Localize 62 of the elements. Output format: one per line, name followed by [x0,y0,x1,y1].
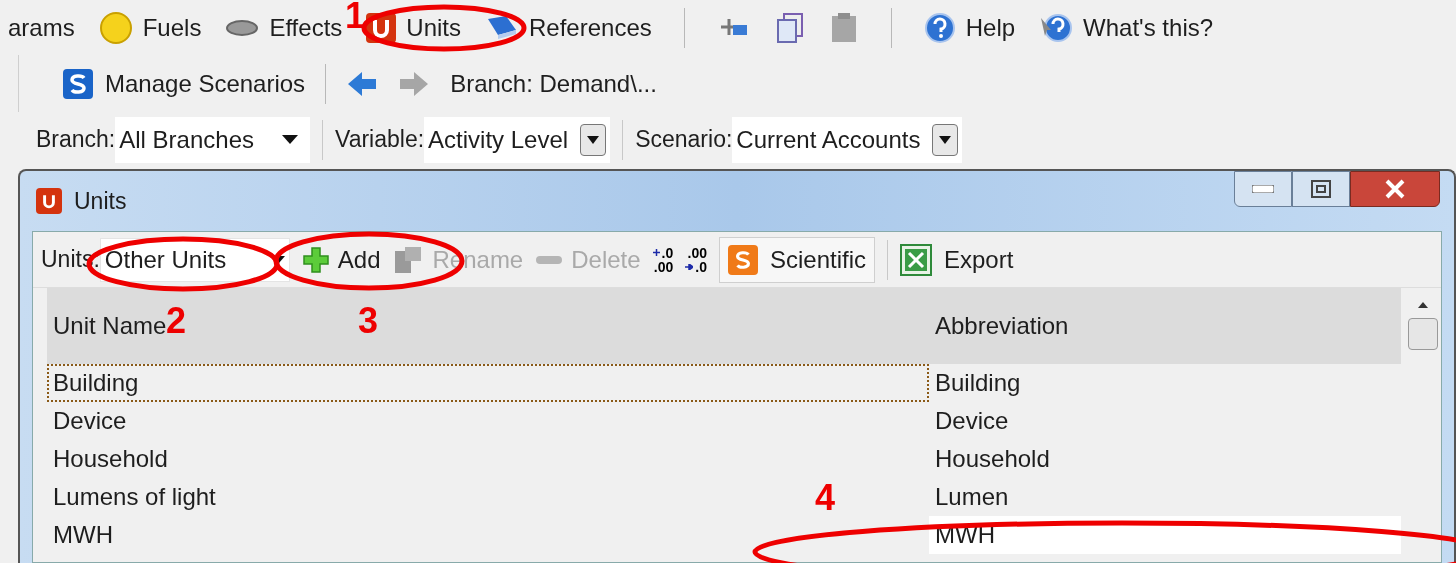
plus-icon [652,249,660,256]
column-header[interactable]: Abbreviation [935,312,1069,339]
filter-dropdown[interactable]: All Branches [115,116,310,163]
filter-label: Branch: [36,125,116,155]
copy-icon[interactable] [774,11,805,44]
annotation-number: 2 [166,303,187,339]
scientific-toggle[interactable]: Scientific [718,236,875,283]
table-cell[interactable]: Household [47,440,170,478]
export-button[interactable]: Export [900,241,1014,278]
help-pointer-icon [1039,11,1074,44]
minimize-icon [1252,185,1274,193]
filter-dropdown[interactable]: Current Accounts [732,116,963,163]
table-cell[interactable]: Device [47,402,129,440]
toolbar-button[interactable]: Help [923,9,1016,46]
minimize-button[interactable] [1234,171,1292,207]
plus-icon [301,245,330,274]
toolbar-button[interactable]: What's this? [1039,9,1214,46]
close-icon [1384,179,1406,199]
window-title: Units [74,186,127,216]
circle-icon [98,10,133,45]
arrow-icon [685,263,694,270]
table-cell[interactable]: Building [929,364,1023,402]
decimal-text: .00 [653,259,674,274]
toolbar-button[interactable]: arams [8,9,75,46]
manage-scenarios-button[interactable]: Manage Scenarios [63,65,306,102]
table-cell[interactable]: Lumen [929,478,1011,516]
maximize-icon [1311,180,1331,198]
toolbar-button[interactable]: Effects [225,9,343,46]
annotation-number: 1 [345,0,366,34]
filter-dropdown[interactable]: Activity Level [424,116,611,163]
annotation-number: 3 [358,303,379,339]
table-cell[interactable]: Building [47,364,929,402]
table-cell[interactable]: MWH [47,516,115,554]
close-button[interactable] [1350,171,1440,207]
help-icon [923,11,956,44]
caret-icon [282,135,298,144]
letter-s-icon [727,244,758,275]
filter-label: Variable: [335,125,425,155]
caret-icon [932,123,959,156]
caret-icon [580,123,607,156]
table-cell[interactable]: Device [929,402,1011,440]
fewer-decimals-button[interactable]: .00 .0 [685,245,707,274]
decimal-text: .0 [661,245,674,260]
column-header[interactable]: Unit Name [53,312,167,339]
spreadsheet-icon [900,243,932,276]
table-cell[interactable]: Lumens of light [47,478,218,516]
table-cell[interactable]: Household [929,440,1052,478]
ellipse-icon [225,17,260,38]
decimal-text: .0 [695,259,707,274]
back-arrow-icon[interactable] [346,69,379,98]
minus-icon [535,254,564,265]
filter-label: Scenario: [635,125,733,155]
breadcrumb: Branch: Demand\... [450,68,657,99]
scroll-thumb[interactable] [1408,318,1439,350]
annotation-number: 4 [815,480,836,516]
decimal-text: .00 [687,245,707,260]
letter-u-icon [36,188,62,214]
toolbar-button[interactable]: References [485,9,652,46]
maximize-button[interactable] [1292,171,1350,207]
letter-s-icon [63,68,93,99]
more-decimals-button[interactable]: .0 .00 [652,245,674,274]
toolbar-button[interactable]: Fuels [98,9,202,46]
